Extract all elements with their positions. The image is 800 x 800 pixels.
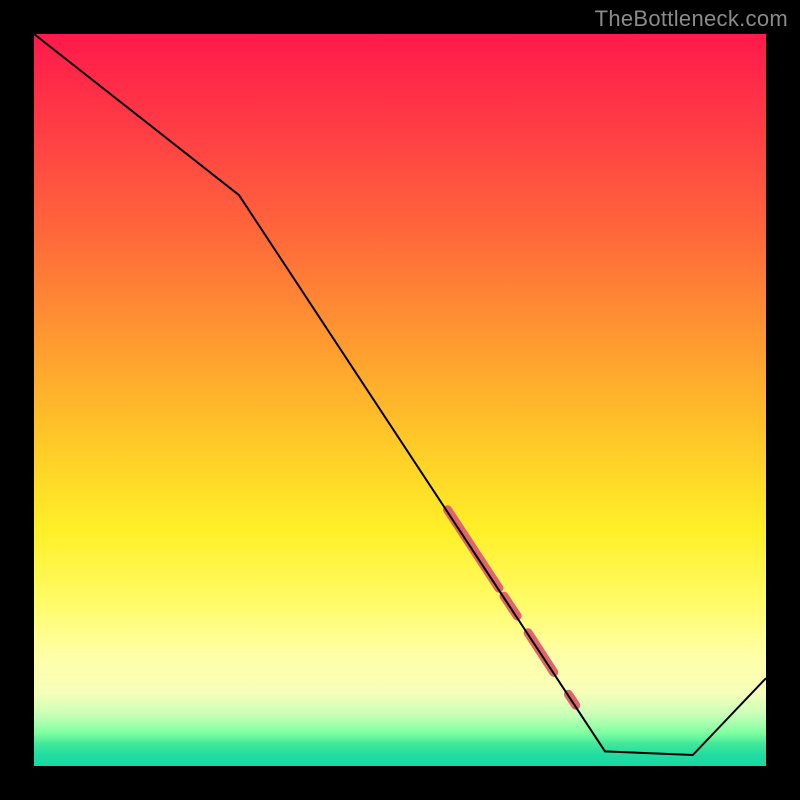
curve-path xyxy=(34,34,766,755)
chart-overlay xyxy=(34,34,766,766)
highlight-segment xyxy=(448,510,499,588)
watermark-text: TheBottleneck.com xyxy=(595,6,788,32)
chart-frame: TheBottleneck.com xyxy=(0,0,800,800)
